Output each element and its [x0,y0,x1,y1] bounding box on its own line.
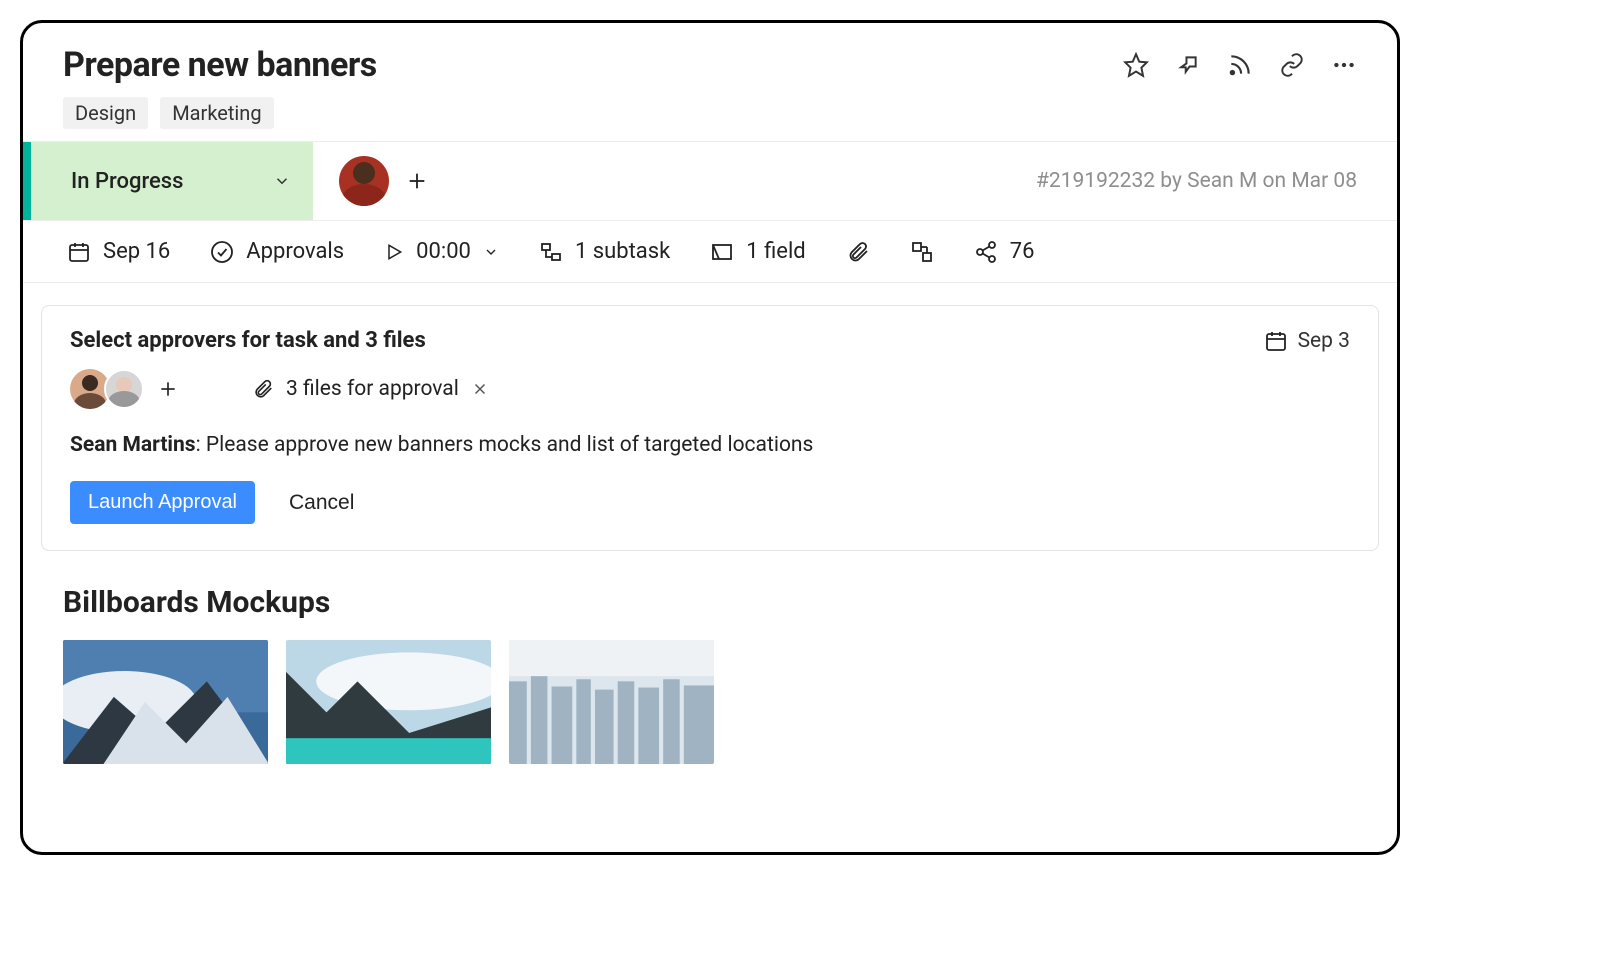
mockup-thumbnail[interactable] [63,640,268,764]
chevron-down-icon [483,244,499,260]
add-assignee-button[interactable] [403,167,431,195]
task-tags: Design Marketing [63,97,1357,129]
share-button[interactable]: 76 [974,239,1035,264]
comment-author: Sean Martins [70,433,196,457]
chevron-down-icon [273,172,291,190]
launch-approval-button[interactable]: Launch Approval [70,481,255,524]
approval-card-title: Select approvers for task and 3 files [70,328,426,353]
task-header: Prepare new banners Desig [23,23,1397,141]
approver-avatar[interactable] [104,369,144,409]
assignee-avatar[interactable] [339,156,389,206]
calendar-icon [67,240,91,264]
approval-due-date[interactable]: Sep 3 [1264,329,1350,353]
approvals-button[interactable]: Approvals [210,239,344,264]
share-icon [974,240,998,264]
check-circle-icon [210,240,234,264]
header-actions [1123,52,1357,78]
approval-card-header: Select approvers for task and 3 files Se… [70,328,1350,353]
paperclip-icon [846,240,870,264]
status-row: In Progress #219192232 by Sean M on Mar … [23,141,1397,221]
comment-text: Please approve new banners mocks and lis… [206,433,814,457]
title-row: Prepare new banners [63,45,1357,85]
status-dropdown[interactable]: In Progress [23,142,313,220]
task-created-date: Mar 08 [1291,169,1357,193]
fields-button[interactable]: 1 field [710,239,805,264]
files-for-approval[interactable]: 3 files for approval [252,377,489,401]
paperclip-icon [252,378,274,400]
subtask-icon [539,240,563,264]
calendar-icon [1264,329,1288,353]
field-icon [710,240,734,264]
approvers-row: 3 files for approval [70,369,1350,409]
mockup-thumbnails [63,640,1397,764]
attachments-button[interactable] [846,240,870,264]
task-title: Prepare new banners [63,45,377,85]
dependencies-button[interactable] [910,240,934,264]
due-date-picker[interactable]: Sep 16 [67,239,170,264]
task-meta: #219192232 by Sean M on Mar 08 [1036,169,1397,193]
task-author: Sean M [1187,169,1257,193]
fields-count: 1 field [746,239,805,264]
files-label: 3 files for approval [286,377,459,401]
timer-value: 00:00 [416,239,471,264]
play-icon [384,242,404,262]
task-id: #219192232 [1036,169,1155,193]
more-icon[interactable] [1331,52,1357,78]
link-icon[interactable] [1279,52,1305,78]
cancel-button[interactable]: Cancel [283,490,360,516]
share-count: 76 [1010,239,1035,264]
task-detail-window: Prepare new banners Desig [20,20,1400,855]
mockup-thumbnail[interactable] [509,640,714,764]
approval-due-date-value: Sep 3 [1298,329,1350,353]
assignees [313,156,431,206]
star-icon[interactable] [1123,52,1149,78]
rss-icon[interactable] [1227,52,1253,78]
approvals-label: Approvals [246,239,344,264]
subtasks-count: 1 subtask [575,239,670,264]
approval-actions: Launch Approval Cancel [70,481,1350,524]
approval-comment: Sean Martins: Please approve new banners… [70,433,1350,457]
subtasks-button[interactable]: 1 subtask [539,239,670,264]
mockups-heading: Billboards Mockups [63,585,1397,620]
add-approver-button[interactable] [154,375,182,403]
mockup-thumbnail[interactable] [286,640,491,764]
pin-icon[interactable] [1175,52,1201,78]
task-toolbar: Sep 16 Approvals 00:00 1 subtask [23,221,1397,283]
tag-marketing[interactable]: Marketing [160,97,273,129]
tag-design[interactable]: Design [63,97,148,129]
remove-files-icon[interactable] [471,380,489,398]
approver-avatars [70,369,144,409]
status-label: In Progress [71,169,183,194]
timer-control[interactable]: 00:00 [384,239,499,264]
dependency-icon [910,240,934,264]
approval-card: Select approvers for task and 3 files Se… [41,305,1379,551]
due-date-value: Sep 16 [103,239,170,264]
